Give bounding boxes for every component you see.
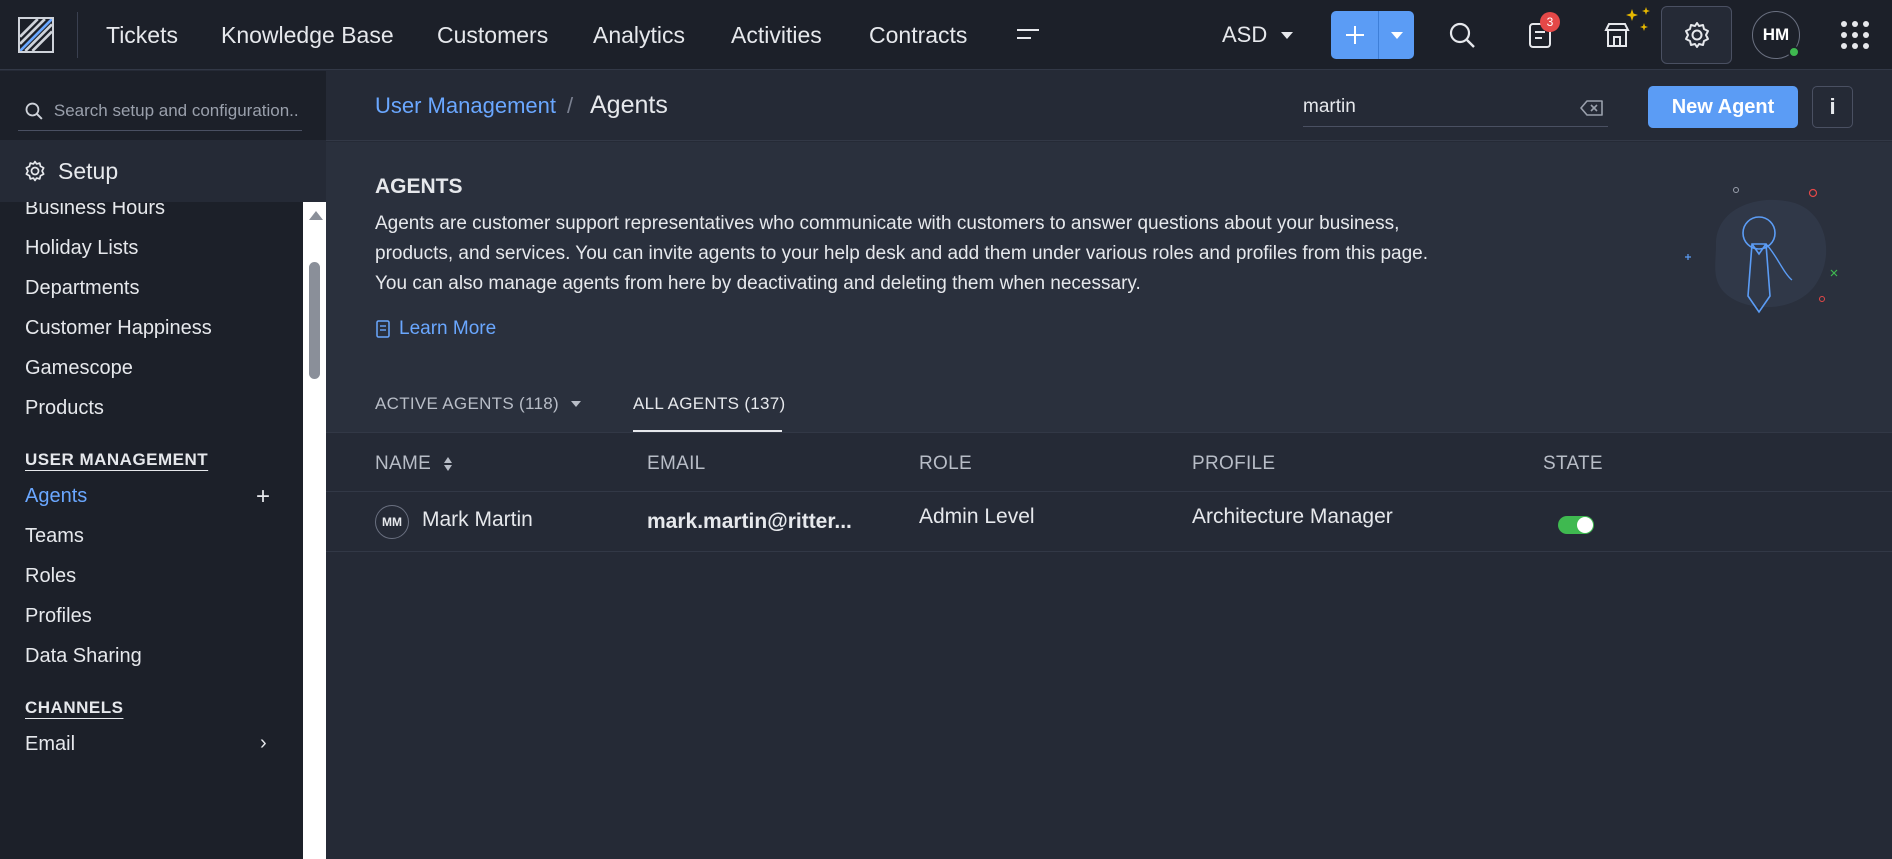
agent-search-field [1303, 89, 1608, 127]
section-user-management: USER MANAGEMENT [25, 450, 209, 469]
tabs-divider [326, 432, 1892, 433]
quick-add-button-group [1331, 11, 1414, 59]
agent-search-input[interactable] [1303, 89, 1563, 125]
scrollbar-thumb[interactable] [309, 262, 320, 379]
online-status-dot [1788, 46, 1800, 58]
info-button[interactable]: i [1812, 86, 1853, 128]
avatar-initials: HM [1762, 25, 1790, 44]
agent-state-toggle[interactable] [1558, 516, 1594, 534]
org-name: ASD [1222, 22, 1268, 47]
breadcrumb-separator: / [567, 93, 574, 118]
sidebar-item-holiday-lists[interactable]: Holiday Lists [25, 237, 138, 260]
sidebar-item-agents[interactable]: Agents [25, 485, 87, 508]
table-row[interactable]: MM Mark Martin mark.martin@ritter... Adm… [326, 492, 1892, 552]
app-logo[interactable] [18, 17, 54, 53]
sort-icon[interactable] [443, 456, 453, 472]
tab-active-agents-label: ACTIVE AGENTS (118) [375, 394, 559, 413]
agent-email: mark.martin@ritter... [647, 510, 852, 533]
learn-more-link[interactable]: Learn More [375, 318, 496, 340]
learn-more-label: Learn More [399, 318, 497, 339]
nav-knowledge-base[interactable]: Knowledge Base [221, 22, 394, 49]
nav-analytics[interactable]: Analytics [593, 22, 685, 49]
nav-tickets[interactable]: Tickets [106, 22, 178, 49]
more-modules-icon[interactable] [1015, 24, 1041, 46]
add-agent-plus-icon[interactable]: + [256, 483, 270, 511]
notification-count-badge: 3 [1540, 12, 1560, 32]
sidebar-item-business-hours[interactable]: Business Hours [25, 202, 165, 220]
sidebar-item-data-sharing[interactable]: Data Sharing [25, 645, 142, 668]
sidebar-item-gamescope[interactable]: Gamescope [25, 357, 133, 380]
apps-grid-icon[interactable] [1841, 21, 1869, 49]
nav-activities[interactable]: Activities [731, 22, 822, 49]
setup-label: Setup [58, 157, 119, 184]
intro-title: AGENTS [375, 175, 463, 198]
search-icon[interactable] [1447, 20, 1477, 50]
breadcrumb-user-management[interactable]: User Management [375, 93, 556, 119]
agent-avatar: MM [375, 505, 409, 539]
intro-description: Agents are customer support representati… [375, 213, 1429, 294]
page-title: Agents [590, 91, 668, 119]
sidebar-item-teams[interactable]: Teams [25, 525, 84, 548]
chevron-right-icon: › [260, 732, 267, 754]
sidebar-scrollbar[interactable] [303, 202, 326, 859]
chevron-down-icon [1390, 31, 1403, 39]
search-icon [25, 102, 43, 120]
setup-heading[interactable]: Setup [0, 140, 326, 202]
org-selector[interactable]: ASD [1222, 22, 1294, 48]
clear-search-icon[interactable] [1580, 99, 1604, 117]
section-channels: CHANNELS [25, 698, 124, 717]
main-content: User Management / Agents New Agent i AGE… [326, 71, 1892, 859]
agent-name[interactable]: Mark Martin [422, 508, 533, 532]
sidebar-item-departments[interactable]: Departments [25, 277, 140, 300]
tie-illustration-icon [1685, 187, 1838, 314]
column-header-name[interactable]: NAME [375, 453, 453, 475]
setup-search-field [18, 91, 302, 131]
sidebar-item-roles[interactable]: Roles [25, 565, 76, 588]
new-agent-button[interactable]: New Agent [1648, 86, 1798, 128]
column-name-label: NAME [375, 453, 432, 474]
tab-all-agents[interactable]: ALL AGENTS (137) [633, 394, 786, 414]
chevron-down-icon[interactable] [570, 401, 581, 407]
column-header-email: EMAIL [647, 453, 706, 474]
logo-divider [77, 12, 78, 58]
plus-icon [1345, 26, 1364, 44]
tab-active-agents[interactable]: ACTIVE AGENTS (118) [375, 394, 581, 414]
agent-profile: Architecture Manager [1192, 505, 1393, 528]
sparkle-icon [1626, 7, 1650, 31]
toggle-knob [1577, 517, 1593, 533]
setup-gear-button[interactable] [1661, 6, 1732, 64]
nav-contracts[interactable]: Contracts [869, 22, 967, 49]
scroll-up-arrow-icon[interactable] [309, 211, 323, 220]
setup-menu-list: Business Hours Holiday Lists Departments… [0, 202, 303, 859]
sidebar-item-profiles[interactable]: Profiles [25, 605, 92, 628]
column-header-state: STATE [1543, 453, 1603, 474]
agent-role: Admin Level [919, 505, 1035, 528]
book-icon [376, 320, 390, 338]
sidebar-item-customer-happiness[interactable]: Customer Happiness [25, 317, 212, 340]
setup-search-input[interactable] [53, 100, 302, 121]
nav-customers[interactable]: Customers [437, 22, 548, 49]
logo-stripes-icon [20, 19, 52, 51]
gear-icon [25, 160, 45, 182]
page-header: User Management / Agents New Agent i [326, 71, 1892, 141]
column-header-profile: PROFILE [1192, 453, 1276, 474]
quick-add-button[interactable] [1331, 11, 1379, 59]
sidebar-item-products[interactable]: Products [25, 397, 104, 420]
chevron-down-icon [1281, 31, 1294, 39]
setup-sidebar: Setup Business Hours Holiday Lists Depar… [0, 71, 326, 859]
sidebar-item-email[interactable]: Email [25, 733, 75, 756]
gear-icon [1684, 22, 1709, 48]
top-navigation-bar: Tickets Knowledge Base Customers Analyti… [0, 0, 1892, 70]
user-avatar[interactable]: HM [1752, 11, 1800, 59]
column-header-role: ROLE [919, 453, 972, 474]
quick-add-dropdown[interactable] [1379, 11, 1414, 59]
